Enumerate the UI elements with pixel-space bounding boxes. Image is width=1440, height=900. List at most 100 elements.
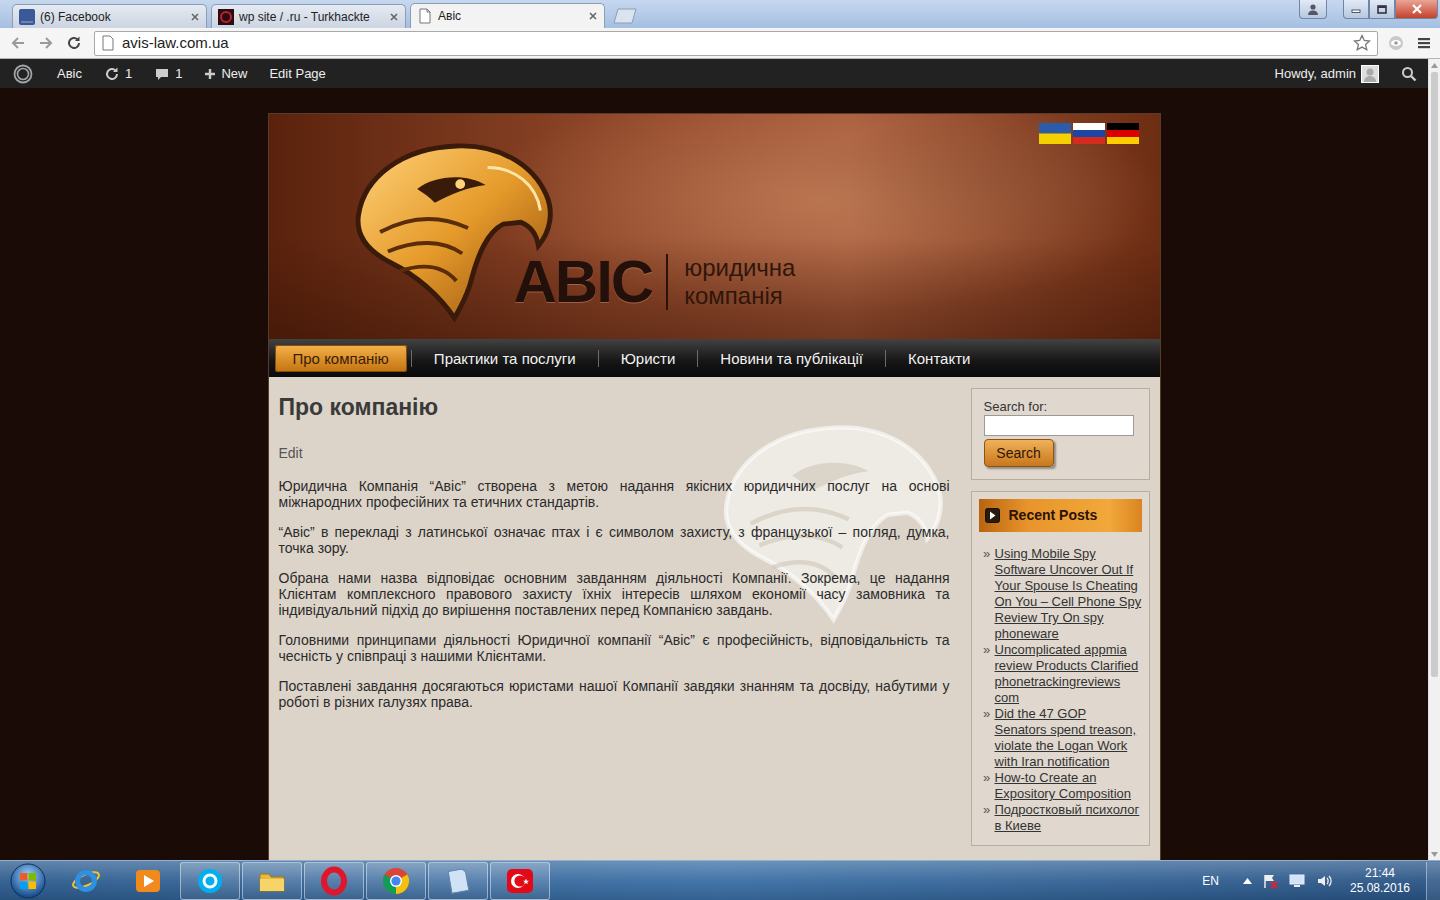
menu-item[interactable]: Новини та публікації: [702, 345, 881, 372]
brand-tagline: юридична: [684, 254, 795, 282]
taskbar-app[interactable]: [304, 862, 364, 900]
comments-menu[interactable]: 1: [143, 59, 193, 88]
russia-flag-icon[interactable]: [1073, 123, 1105, 144]
close-icon: [1411, 4, 1423, 14]
menu-button[interactable]: [1410, 30, 1438, 56]
taskbar-app[interactable]: [242, 862, 302, 900]
admin-search[interactable]: [1390, 59, 1428, 88]
reload-button[interactable]: [60, 30, 88, 56]
site-header: АВІСюридичнакомпанія: [269, 114, 1160, 339]
recent-post: »Using Mobile Spy Software Uncover Out I…: [979, 546, 1142, 642]
show-desktop-button[interactable]: [1426, 862, 1440, 900]
date: 25.08.2016: [1344, 881, 1416, 896]
facebook-icon: [19, 9, 35, 25]
paragraph: Поставлені завдання досягаються юристами…: [279, 678, 950, 710]
edit-link[interactable]: Edit: [279, 444, 303, 462]
germany-flag-icon[interactable]: [1107, 123, 1139, 144]
taskbar-app[interactable]: [56, 862, 116, 900]
close-icon[interactable]: [389, 12, 399, 22]
minimize-button[interactable]: [1343, 0, 1369, 19]
action-center-icon[interactable]: [1262, 873, 1278, 889]
new-label: New: [221, 64, 247, 84]
browser-tab[interactable]: Авіс: [410, 3, 605, 28]
site-logo[interactable]: АВІСюридичнакомпанія: [514, 252, 796, 312]
bullet: »: [979, 546, 995, 642]
comment-icon: [154, 66, 170, 82]
recent-posts-widget: Recent Posts»Using Mobile Spy Software U…: [971, 491, 1150, 846]
search-input[interactable]: [984, 415, 1134, 436]
site-name[interactable]: Авіс: [57, 64, 82, 84]
profile-button[interactable]: [1299, 0, 1327, 19]
forward-button[interactable]: [32, 30, 60, 56]
network-icon[interactable]: [1288, 873, 1306, 889]
turkhack-icon: [218, 9, 234, 25]
search-button[interactable]: Search: [984, 439, 1054, 467]
paragraph: Головними принципами діяльності Юридично…: [279, 632, 950, 664]
show-hidden-icon[interactable]: [1243, 878, 1252, 884]
scroll-thumb[interactable]: [1431, 72, 1438, 677]
tab-label: wp site / .ru - Turkhackte: [239, 8, 384, 26]
opera-icon: [319, 866, 349, 896]
ie-icon: [71, 866, 101, 896]
menu-item[interactable]: Практики та послуги: [416, 345, 594, 372]
bullet: »: [979, 770, 995, 802]
account-menu[interactable]: Howdy, admin: [1264, 59, 1390, 88]
edit-page-menu[interactable]: Edit Page: [258, 59, 336, 88]
post-link[interactable]: Uncomplicated appmia review Products Cla…: [995, 642, 1142, 706]
post-link[interactable]: Подростковый психолог в Киеве: [995, 802, 1142, 834]
recent-post: »Did the 47 GOP Senators spend treason, …: [979, 706, 1142, 770]
close-window-button[interactable]: [1395, 0, 1438, 19]
volume-icon[interactable]: [1316, 873, 1334, 889]
new-menu[interactable]: New: [193, 59, 258, 88]
maximize-button[interactable]: [1369, 0, 1395, 19]
search-icon: [1401, 66, 1417, 82]
taskbar-app[interactable]: [118, 862, 178, 900]
menu-item[interactable]: Юристи: [603, 345, 694, 372]
ukraine-flag-icon[interactable]: [1039, 123, 1071, 144]
back-arrow-icon: [10, 35, 26, 51]
back-button[interactable]: [4, 30, 32, 56]
url-text[interactable]: avis-law.com.ua: [122, 32, 1346, 55]
taskbar-app[interactable]: [428, 862, 488, 900]
close-icon[interactable]: [588, 11, 598, 21]
site-menu[interactable]: Авіс: [46, 59, 93, 88]
comments-count: 1: [175, 64, 182, 84]
start-button[interactable]: [0, 862, 56, 900]
browser-tab[interactable]: wp site / .ru - Turkhackte: [211, 4, 406, 28]
close-icon[interactable]: [190, 12, 200, 22]
post-link[interactable]: Using Mobile Spy Software Uncover Out If…: [995, 546, 1142, 642]
taskbar: EN 21:4425.08.2016: [0, 860, 1440, 900]
updates-menu[interactable]: 1: [93, 59, 143, 88]
chrome-icon: [381, 866, 411, 896]
taskbar-app[interactable]: [490, 862, 550, 900]
language-indicator[interactable]: EN: [1194, 872, 1233, 890]
reload-icon: [66, 35, 82, 51]
wordpress-menu[interactable]: [0, 59, 46, 88]
bullet: »: [979, 642, 995, 706]
scrollbar[interactable]: [1428, 59, 1440, 860]
new-tab-icon: [613, 8, 641, 24]
address-bar[interactable]: avis-law.com.ua: [94, 31, 1378, 56]
down-arrow-icon[interactable]: [1431, 852, 1438, 857]
post-link[interactable]: How-to Create an Expository Composition: [995, 770, 1142, 802]
recent-post: »Подростковый психолог в Киеве: [979, 802, 1142, 834]
main-menu: Про компанію Практики та послуги Юристи Нов…: [269, 339, 1160, 377]
menu-item[interactable]: Контакти: [890, 345, 988, 372]
minimize-icon: [1351, 5, 1361, 13]
star-icon[interactable]: [1353, 34, 1371, 52]
browser-tab[interactable]: (6) Facebook: [12, 4, 207, 28]
menu-item[interactable]: Про компанію: [275, 345, 407, 372]
recent-post: »Uncomplicated appmia review Products Cl…: [979, 642, 1142, 706]
bullet: »: [979, 802, 995, 834]
admin-bar: Авіс 1 1 New Edit Page Howdy, admin: [0, 59, 1428, 88]
taskbar-app[interactable]: [366, 862, 426, 900]
page-title: Про компанію: [279, 393, 950, 421]
new-tab-button[interactable]: [613, 6, 641, 26]
skype-icon: [195, 866, 225, 896]
taskbar-app[interactable]: [180, 862, 240, 900]
arrow-box-icon: [985, 508, 1000, 523]
clock[interactable]: 21:4425.08.2016: [1344, 866, 1416, 896]
up-arrow-icon[interactable]: [1431, 63, 1438, 68]
post-link[interactable]: Did the 47 GOP Senators spend treason, v…: [995, 706, 1142, 770]
extension-button[interactable]: [1382, 30, 1410, 56]
